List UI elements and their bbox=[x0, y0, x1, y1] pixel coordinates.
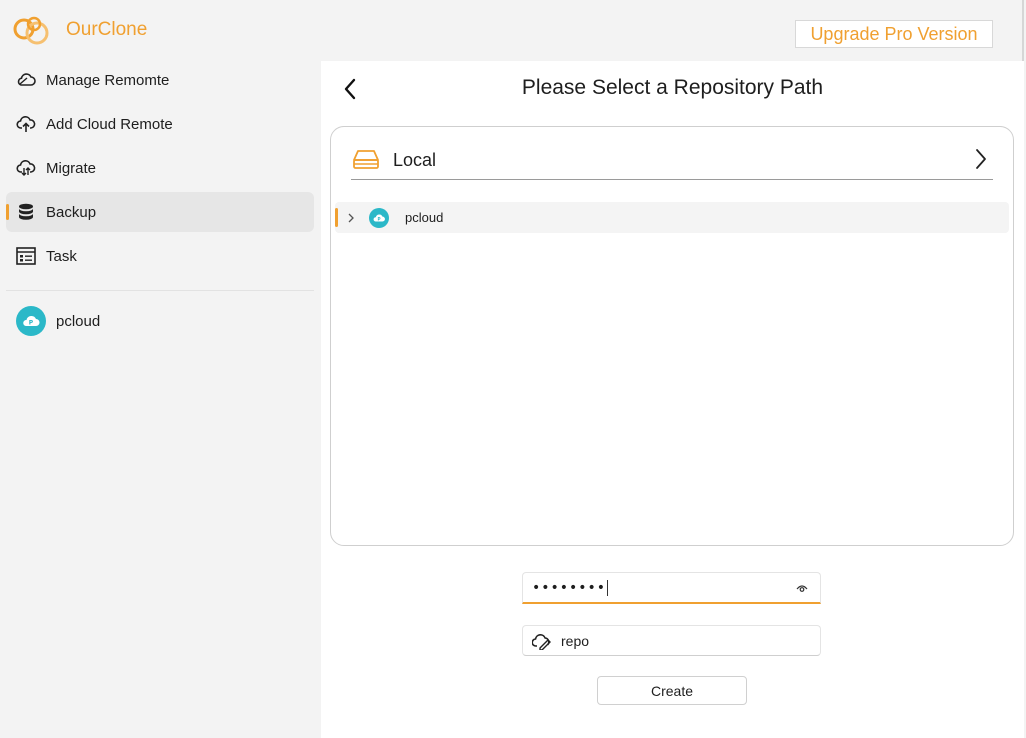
app-title: OurClone bbox=[66, 19, 148, 40]
active-indicator bbox=[6, 204, 9, 220]
svg-text:P: P bbox=[29, 320, 34, 327]
chevron-left-icon bbox=[344, 78, 356, 100]
text-caret bbox=[607, 579, 609, 596]
ourclone-logo-icon bbox=[13, 16, 49, 45]
cloud-sync-icon bbox=[16, 158, 36, 178]
sidebar-item-migrate[interactable]: Migrate bbox=[6, 148, 314, 188]
sidebar-remote-pcloud[interactable]: P pcloud bbox=[16, 306, 100, 336]
selection-indicator bbox=[335, 208, 338, 227]
database-icon bbox=[16, 202, 36, 222]
back-button[interactable] bbox=[339, 77, 361, 101]
pcloud-icon: P bbox=[369, 207, 389, 228]
sidebar-item-manage-remote[interactable]: Manage Remomte bbox=[6, 60, 314, 100]
sidebar-item-label: Add Cloud Remote bbox=[46, 115, 173, 133]
eye-icon[interactable] bbox=[796, 582, 808, 594]
cloud-pencil-icon bbox=[532, 633, 551, 650]
sidebar-item-label: Task bbox=[46, 247, 77, 265]
tree-item-label: pcloud bbox=[405, 210, 444, 225]
repo-name-value: repo bbox=[561, 632, 590, 649]
task-list-icon bbox=[16, 246, 36, 266]
sidebar-item-label: Backup bbox=[46, 203, 97, 221]
repo-name-input[interactable]: repo bbox=[522, 625, 821, 656]
tree-item-pcloud[interactable]: P pcloud bbox=[335, 202, 1009, 233]
page-title: Please Select a Repository Path bbox=[521, 76, 824, 99]
cloud-outline-icon bbox=[16, 70, 36, 90]
pcloud-icon: P bbox=[16, 306, 46, 336]
repository-browser: Local P pcloud bbox=[330, 126, 1014, 546]
sidebar-item-label: Manage Remomte bbox=[46, 71, 170, 89]
create-button[interactable]: Create bbox=[597, 676, 747, 705]
app-window: OurClone Upgrade Pro Version Manage Remo… bbox=[0, 0, 1024, 738]
sidebar-divider bbox=[6, 290, 314, 291]
sidebar-item-task[interactable]: Task bbox=[6, 236, 314, 276]
drive-icon bbox=[353, 150, 379, 169]
upgrade-pro-button[interactable]: Upgrade Pro Version bbox=[795, 20, 993, 48]
sidebar-item-label: Migrate bbox=[46, 159, 97, 177]
main-panel: Please Select a Repository Path Local P … bbox=[321, 61, 1024, 738]
sidebar-item-backup[interactable]: Backup bbox=[6, 192, 314, 232]
expand-chevron-icon[interactable] bbox=[345, 212, 357, 224]
password-input[interactable]: •••••••• bbox=[522, 572, 821, 604]
sidebar-item-add-cloud-remote[interactable]: Add Cloud Remote bbox=[6, 104, 314, 144]
location-label: Local bbox=[393, 149, 437, 170]
location-selector[interactable]: Local bbox=[351, 141, 993, 180]
sidebar: Manage Remomte Add Cloud Remote Migrate … bbox=[0, 60, 320, 738]
svg-text:P: P bbox=[377, 216, 380, 221]
password-value: •••••••• bbox=[532, 579, 607, 596]
chevron-right-icon bbox=[976, 149, 986, 169]
sidebar-remote-label: pcloud bbox=[56, 312, 101, 330]
cloud-upload-icon bbox=[16, 114, 36, 134]
